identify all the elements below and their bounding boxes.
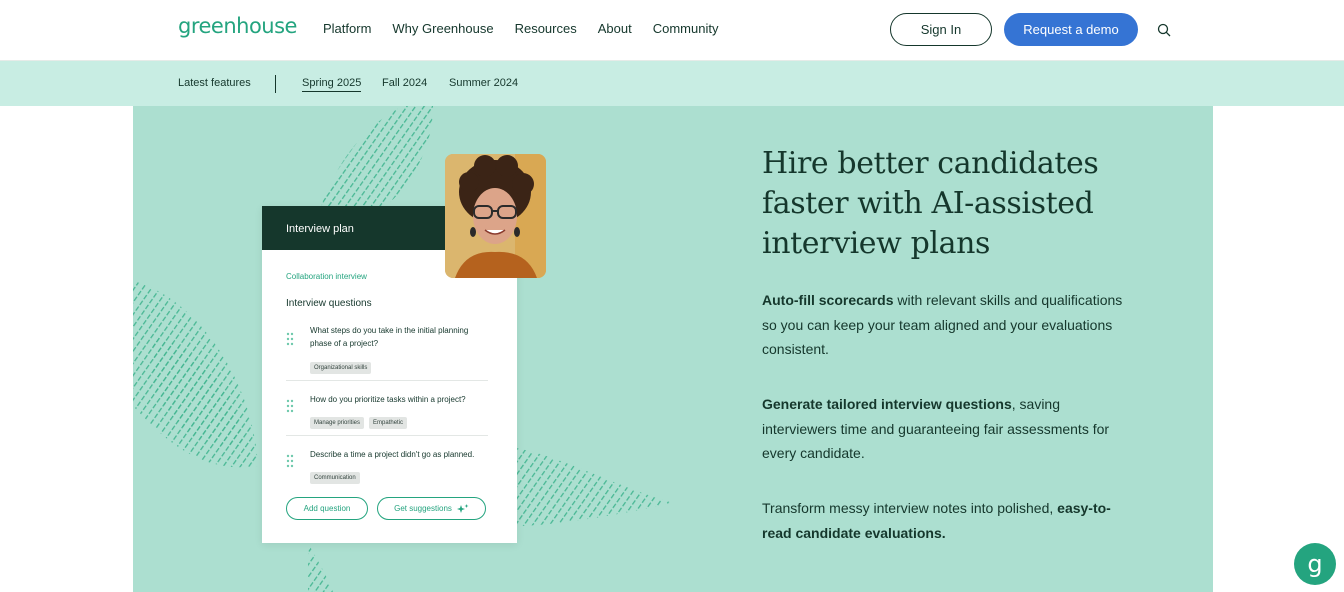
feature-bold-text: Auto-fill scorecards — [762, 292, 894, 308]
request-demo-button[interactable]: Request a demo — [1004, 13, 1138, 46]
interviewer-photo — [445, 154, 546, 278]
subnav-divider — [275, 75, 276, 93]
question-item[interactable]: Describe a time a project didn't go as p… — [286, 448, 488, 484]
divider — [286, 435, 488, 436]
nav-about[interactable]: About — [598, 21, 632, 36]
main-nav: Platform Why Greenhouse Resources About … — [323, 21, 718, 36]
top-navigation-bar: greenhouse Platform Why Greenhouse Resou… — [0, 0, 1344, 61]
subnav-spring-2025[interactable]: Spring 2025 — [302, 77, 362, 92]
nav-resources[interactable]: Resources — [515, 21, 577, 36]
question-text: How do you prioritize tasks within a pro… — [310, 395, 466, 404]
question-tags: Organizational skills — [310, 356, 376, 374]
question-tags: Manage priorities Empathetic — [310, 411, 412, 429]
hero-title: Hire better candidates faster with AI-as… — [762, 146, 1099, 261]
skill-tag: Communication — [310, 472, 360, 484]
question-item[interactable]: How do you prioritize tasks within a pro… — [286, 393, 488, 429]
nav-why-greenhouse[interactable]: Why Greenhouse — [392, 21, 493, 36]
feature-paragraph-questions: Generate tailored interview questions, s… — [762, 392, 1132, 466]
question-text: Describe a time a project didn't go as p… — [310, 450, 475, 459]
subnav-latest-features[interactable]: Latest features — [178, 77, 251, 89]
greenhouse-logo[interactable]: greenhouse — [178, 14, 297, 38]
features-subnav: Latest features Spring 2025 Fall 2024 Su… — [0, 61, 1344, 106]
sparkle-icon — [456, 503, 469, 513]
hero-section: Interview plan Collaboration interview I… — [133, 106, 1213, 592]
add-question-button[interactable]: Add question — [286, 497, 368, 520]
subnav-summer-2024[interactable]: Summer 2024 — [449, 77, 518, 89]
get-suggestions-button[interactable]: Get suggestions — [377, 497, 486, 520]
get-suggestions-label: Get suggestions — [394, 504, 452, 513]
nav-platform[interactable]: Platform — [323, 21, 371, 36]
skill-tag: Empathetic — [369, 417, 408, 429]
feature-paragraph-scorecards: Auto-fill scorecards with relevant skill… — [762, 288, 1132, 362]
sign-in-button[interactable]: Sign In — [890, 13, 992, 46]
feature-paragraph-evaluations: Transform messy interview notes into pol… — [762, 496, 1132, 545]
subnav-fall-2024[interactable]: Fall 2024 — [382, 77, 427, 89]
question-tags: Communication — [310, 466, 365, 484]
drag-handle-icon[interactable] — [286, 399, 294, 413]
skill-tag: Manage priorities — [310, 417, 365, 429]
card-subtitle: Collaboration interview — [286, 272, 367, 281]
question-item[interactable]: What steps do you take in the initial pl… — [286, 324, 488, 374]
question-text: What steps do you take in the initial pl… — [310, 326, 469, 348]
divider — [286, 380, 488, 381]
drag-handle-icon[interactable] — [286, 454, 294, 468]
feature-text: Transform messy interview notes into pol… — [762, 500, 1058, 516]
nav-community[interactable]: Community — [653, 21, 719, 36]
drag-handle-icon[interactable] — [286, 332, 294, 346]
skill-tag: Organizational skills — [310, 362, 372, 374]
search-icon[interactable] — [1157, 23, 1171, 37]
feature-bold-text: Generate tailored interview questions — [762, 396, 1012, 412]
chat-widget-button[interactable]: g — [1294, 543, 1336, 585]
questions-heading: Interview questions — [286, 298, 372, 309]
